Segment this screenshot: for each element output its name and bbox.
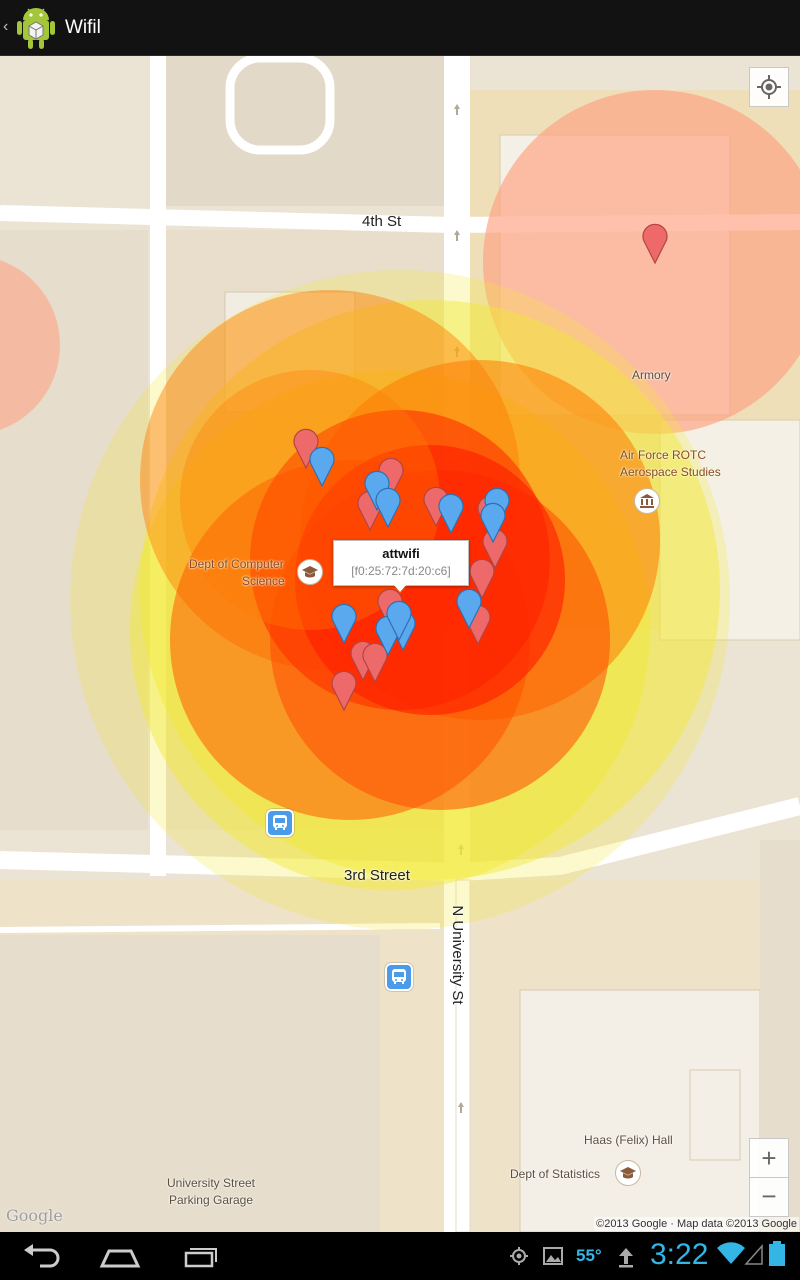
map-attribution[interactable]: ©2013 Google · Map data ©2013 Google <box>594 1217 799 1231</box>
map-canvas[interactable] <box>0 56 800 1232</box>
place-label-rotc-line1: Air Force ROTC <box>620 448 707 462</box>
upload-icon <box>619 1248 633 1268</box>
app-title: Wifil <box>65 17 101 38</box>
place-label-garage-line2: Parking Garage <box>168 1193 254 1207</box>
zoom-in-button[interactable]: + <box>749 1138 789 1178</box>
battery-icon <box>769 1241 785 1266</box>
wifi-icon <box>717 1242 745 1264</box>
bus-stop-icon[interactable] <box>266 809 294 837</box>
museum-icon[interactable] <box>634 488 660 514</box>
street-label-university: N University St <box>449 905 466 1005</box>
place-label-cs-line1: Dept of Computer <box>189 557 284 571</box>
info-window-mac: [f0:25:72:7d:20:c6] <box>351 564 451 578</box>
zoom-out-button[interactable]: − <box>749 1177 789 1217</box>
university-icon[interactable] <box>297 559 323 585</box>
google-logo: Google <box>6 1206 63 1225</box>
up-caret-icon[interactable]: ‹ <box>3 17 8 37</box>
place-label-rotc-line2: Aerospace Studies <box>620 465 721 479</box>
university-icon[interactable] <box>615 1160 641 1186</box>
recent-apps-icon[interactable] <box>170 1240 230 1272</box>
street-label-4th: 4th St <box>362 213 402 230</box>
image-notification-icon <box>543 1247 563 1265</box>
system-bar: 55° 3:22 <box>0 1232 800 1280</box>
my-location-icon <box>757 75 781 99</box>
map-view[interactable]: 4th St 3rd Street N University St Armory… <box>0 56 800 1232</box>
bus-stop-icon[interactable] <box>385 963 413 991</box>
gps-icon <box>510 1247 528 1265</box>
place-label-armory: Armory <box>632 368 671 382</box>
place-label-cs-line2: Science <box>242 574 285 588</box>
status-clock: 3:22 <box>650 1238 709 1271</box>
my-location-button[interactable] <box>749 67 789 107</box>
signal-icon <box>744 1244 763 1265</box>
temperature-indicator: 55° <box>576 1246 602 1265</box>
android-app-icon[interactable] <box>15 6 57 50</box>
info-window-tail <box>393 584 407 592</box>
street-label-3rd: 3rd Street <box>344 867 410 884</box>
info-window-title: attwifi <box>382 546 420 561</box>
place-label-garage-line1: University Street <box>166 1176 256 1190</box>
action-bar: ‹ Wifil <box>0 0 800 56</box>
back-icon[interactable] <box>10 1240 70 1272</box>
marker-info-window[interactable]: attwifi [f0:25:72:7d:20:c6] <box>333 540 469 592</box>
place-label-statistics: Dept of Statistics <box>510 1167 601 1181</box>
place-label-haas: Haas (Felix) Hall <box>584 1133 673 1147</box>
home-icon[interactable] <box>90 1240 150 1272</box>
